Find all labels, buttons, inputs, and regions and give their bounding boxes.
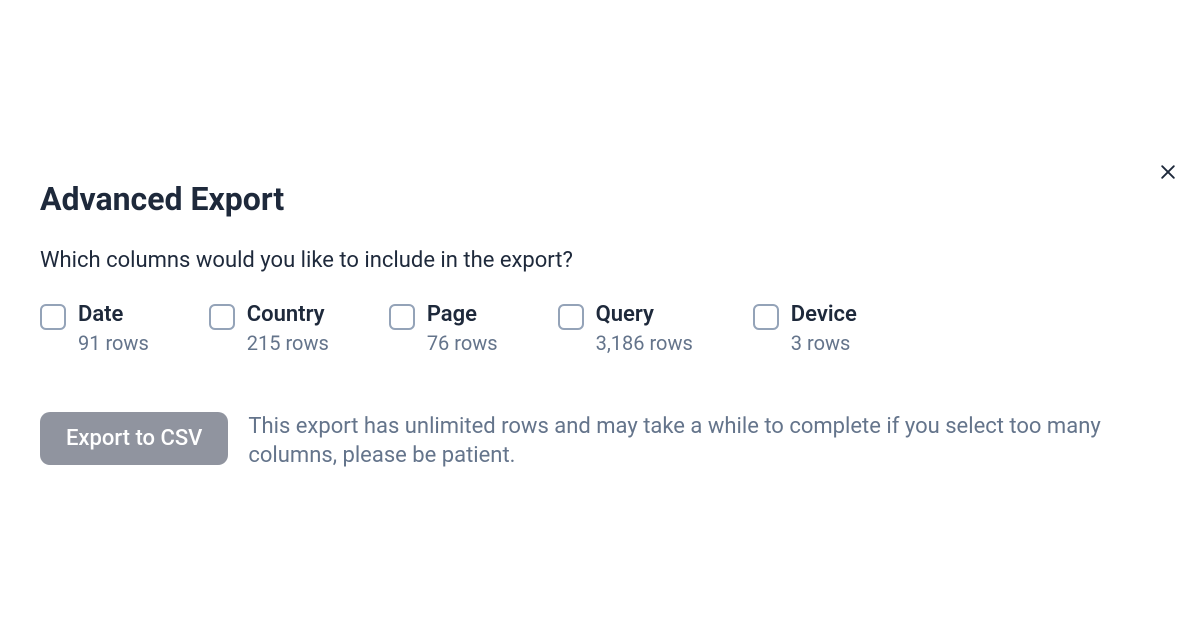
column-rows: 215 rows	[247, 330, 329, 356]
column-rows: 91 rows	[78, 330, 149, 356]
action-row: Export to CSV This export has unlimited …	[40, 412, 1160, 471]
columns-row: Date 91 rows Country 215 rows Page 76 ro…	[40, 301, 1160, 356]
column-name: Country	[247, 301, 329, 330]
column-name: Date	[78, 301, 149, 330]
checkbox-country[interactable]	[209, 304, 235, 330]
column-option-date[interactable]: Date 91 rows	[40, 301, 149, 356]
close-button[interactable]	[1154, 160, 1182, 188]
column-rows: 76 rows	[427, 330, 498, 356]
column-name: Device	[791, 301, 857, 330]
dialog-subtitle: Which columns would you like to include …	[40, 248, 1160, 273]
column-labels: Page 76 rows	[427, 301, 498, 356]
column-rows: 3,186 rows	[596, 330, 693, 356]
checkbox-query[interactable]	[558, 304, 584, 330]
export-to-csv-button[interactable]: Export to CSV	[40, 412, 228, 465]
close-icon	[1158, 162, 1178, 186]
advanced-export-dialog: Advanced Export Which columns would you …	[0, 0, 1200, 511]
column-labels: Date 91 rows	[78, 301, 149, 356]
column-labels: Query 3,186 rows	[596, 301, 693, 356]
column-labels: Device 3 rows	[791, 301, 857, 356]
export-note: This export has unlimited rows and may t…	[248, 412, 1128, 471]
checkbox-page[interactable]	[389, 304, 415, 330]
column-name: Page	[427, 301, 498, 330]
column-rows: 3 rows	[791, 330, 857, 356]
column-name: Query	[596, 301, 693, 330]
dialog-title: Advanced Export	[40, 180, 1160, 218]
checkbox-device[interactable]	[753, 304, 779, 330]
column-option-query[interactable]: Query 3,186 rows	[558, 301, 693, 356]
checkbox-date[interactable]	[40, 304, 66, 330]
column-option-country[interactable]: Country 215 rows	[209, 301, 329, 356]
column-option-page[interactable]: Page 76 rows	[389, 301, 498, 356]
column-option-device[interactable]: Device 3 rows	[753, 301, 857, 356]
column-labels: Country 215 rows	[247, 301, 329, 356]
